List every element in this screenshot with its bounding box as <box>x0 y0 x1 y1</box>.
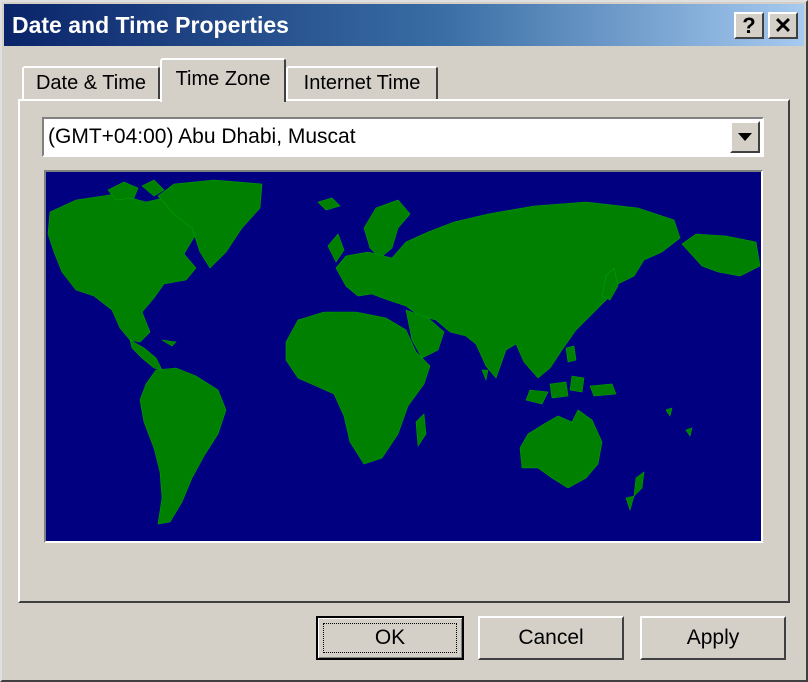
cancel-button[interactable]: Cancel <box>478 616 624 660</box>
help-icon: ? <box>742 13 756 38</box>
window-title: Date and Time Properties <box>12 12 289 38</box>
focus-rectangle <box>323 623 457 653</box>
world-map <box>44 170 763 543</box>
cancel-button-label: Cancel <box>518 626 584 649</box>
ok-button[interactable]: OK <box>316 616 464 660</box>
time-zone-selected-value: (GMT+04:00) Abu Dhabi, Muscat <box>48 125 356 148</box>
dropdown-button[interactable] <box>730 121 760 153</box>
chevron-down-icon <box>738 133 752 141</box>
time-zone-dropdown[interactable]: (GMT+04:00) Abu Dhabi, Muscat <box>42 117 764 157</box>
apply-button-label: Apply <box>686 626 740 649</box>
title-bar[interactable]: Date and Time Properties ? ✕ <box>4 4 804 46</box>
tab-date-and-time[interactable]: Date & Time <box>22 66 160 100</box>
tab-internet-time[interactable]: Internet Time <box>286 66 438 100</box>
world-map-image <box>46 172 761 541</box>
close-icon: ✕ <box>773 13 793 38</box>
apply-button[interactable]: Apply <box>640 616 786 660</box>
tab-time-zone[interactable]: Time Zone <box>160 58 286 102</box>
help-button[interactable]: ? <box>734 12 764 39</box>
close-button[interactable]: ✕ <box>768 12 798 39</box>
